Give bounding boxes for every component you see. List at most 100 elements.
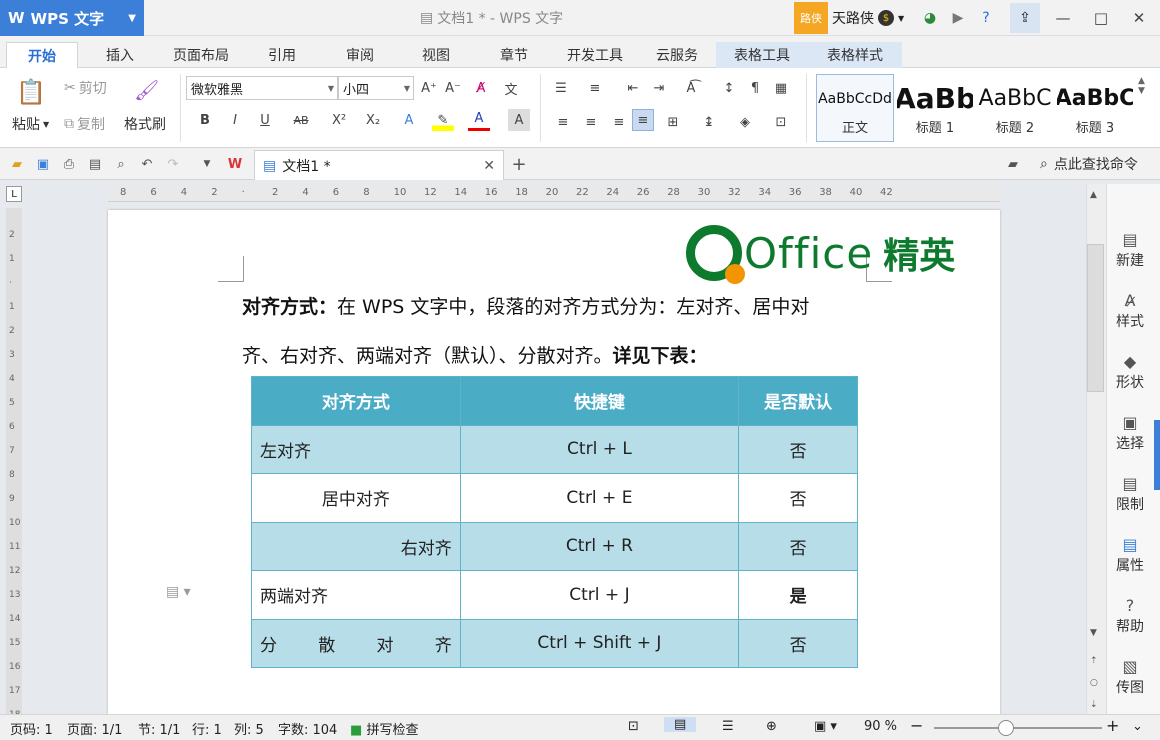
side-restrict[interactable]: ▤ 限制 [1106,474,1154,514]
scrollbar-thumb[interactable] [1087,244,1104,392]
tab-table-style[interactable]: 表格样式 [808,42,902,68]
tab-table-tools[interactable]: 表格工具 [716,42,808,68]
maximize-button[interactable]: □ [1082,0,1120,36]
print-icon[interactable]: ▤ [86,155,104,173]
wps-home-icon[interactable]: W [226,155,244,173]
table-cell[interactable]: 否 [738,618,858,668]
table-cell[interactable]: 两端对齐 [251,570,461,620]
print-preview-icon[interactable]: ⌕ [112,155,130,173]
table-header[interactable]: 对齐方式 [251,376,461,426]
new-tab-icon[interactable]: + [510,154,528,175]
superscript-icon[interactable]: X² [328,109,350,131]
table-cell[interactable]: Ctrl + J [459,570,740,620]
increase-indent-icon[interactable]: ⇥ [648,77,670,99]
tab-developer[interactable]: 开发工具 [556,42,634,68]
tab-page-layout[interactable]: 页面布局 [162,42,240,68]
table-cell[interactable]: 右对齐 [251,521,461,571]
text-effect-icon[interactable]: A [398,109,420,131]
zoom-slider-track[interactable] [934,727,1102,729]
paragraph-layout-icon[interactable]: ▤ ▾ [166,584,191,600]
redo-icon[interactable]: ↷ [164,155,182,173]
table-cell[interactable]: 左对齐 [251,424,461,474]
table-cell[interactable]: 是 [738,570,858,620]
shrink-font-icon[interactable]: A⁻ [442,77,464,99]
chevron-down-icon[interactable]: ▼ [198,155,216,173]
zoom-in-icon[interactable]: + [1106,716,1119,735]
outline-view-icon[interactable]: ☰ [722,719,734,734]
status-pages[interactable]: 页面: 1/1 [67,719,122,738]
zoom-level[interactable]: 90 % [864,719,897,734]
help-icon[interactable]: ? [974,6,998,30]
italic-icon[interactable]: I [224,109,246,131]
paste-icon[interactable]: 📋 [16,78,46,108]
side-shape[interactable]: ◆ 形状 [1106,352,1154,392]
style-heading-3[interactable]: AaBbC 标题 3 [1056,74,1134,142]
tab-insert[interactable]: 插入 [88,42,152,68]
alignment-table[interactable]: 对齐方式 快捷键 是否默认 左对齐 Ctrl + L 否 居中对齐 Ctrl +… [251,376,858,668]
style-heading-1[interactable]: AaBb 标题 1 [896,74,974,142]
status-page-no[interactable]: 页码: 1 [10,719,53,738]
zoom-slider-handle[interactable] [998,720,1014,736]
page-nav-icons[interactable]: ⇡ ○ ⇣ [1090,650,1098,716]
table-cell[interactable]: 否 [738,521,858,571]
styles-scroll-icon[interactable]: ▲ ▼ [1138,76,1145,96]
show-marks-icon[interactable]: ¶ [744,77,766,99]
font-color-icon[interactable]: A [468,109,490,131]
minimize-button[interactable]: — [1044,0,1082,36]
tab-view[interactable]: 视图 [406,42,466,68]
tab-chapter[interactable]: 章节 [484,42,544,68]
panel-toggle-icon[interactable]: ⌄ [1132,719,1143,734]
table-cell[interactable]: 居中对齐 [251,473,461,523]
table-insert-icon[interactable]: ▦ [770,77,792,99]
zoom-out-icon[interactable]: − [910,716,923,735]
tab-cloud[interactable]: 云服务 [646,42,708,68]
bullet-list-icon[interactable]: ☰ [550,77,572,99]
app-menu-button[interactable]: W WPS 文字 ▼ [0,0,144,36]
table-header[interactable]: 快捷键 [459,376,740,426]
font-size-select[interactable]: 小四 ▼ [338,76,414,100]
strikethrough-icon[interactable]: AB [290,109,312,131]
page-view-icon[interactable]: ▤ [664,717,697,732]
comment-icon[interactable]: ▰ [1004,155,1022,173]
ruler-tab-selector[interactable]: L [6,186,22,202]
skin-icon[interactable]: ◕ [918,6,942,30]
side-upload-image[interactable]: ▧ 传图 [1106,657,1154,697]
scroll-up-icon[interactable]: ▲ [1090,190,1097,200]
side-style[interactable]: A̷ 样式 [1106,291,1154,331]
border-icon[interactable]: ⊡ [770,111,792,133]
grow-font-icon[interactable]: A⁺ [418,77,440,99]
justify-icon[interactable]: ≡ [632,109,654,131]
user-badge[interactable]: 路侠 [794,2,828,34]
status-word-count[interactable]: 字数: 104 [278,719,337,738]
paragraph-line-1[interactable]: 对齐方式：在 WPS 文字中，段落的对齐方式分为：左对齐、居中对 [242,292,809,319]
style-normal[interactable]: AaBbCcDd 正文 [816,74,894,142]
side-new[interactable]: ▤ 新建 [1106,230,1154,270]
paste-button[interactable]: 粘贴 ▼ [12,114,49,134]
table-cell[interactable]: Ctrl + E [459,473,740,523]
cut-button[interactable]: ✂ 剪切 [64,78,107,98]
close-button[interactable]: ✕ [1120,0,1158,36]
style-heading-2[interactable]: AaBbC 标题 2 [976,74,1054,142]
status-section[interactable]: 节: 1/1 [138,719,180,738]
font-name-select[interactable]: 微软雅黑 ▼ [186,76,338,100]
table-cell[interactable]: Ctrl + L [459,424,740,474]
copy-button[interactable]: ⧉ 复制 [64,114,105,134]
line-spacing-icon[interactable]: ↨ [698,111,720,133]
tab-home[interactable]: 开始 [6,42,78,68]
format-painter-button[interactable]: 格式刷 [124,114,166,134]
table-cell[interactable]: 分 散 对 齐 [251,618,461,668]
char-shading-icon[interactable]: A [508,109,530,131]
bold-icon[interactable]: B [194,109,216,131]
status-col[interactable]: 列: 5 [234,719,264,738]
status-row[interactable]: 行: 1 [192,719,222,738]
restore-layout-icon[interactable]: ⇪ [1010,3,1040,33]
subscript-icon[interactable]: X₂ [362,109,384,131]
save-icon[interactable]: ▣ [34,155,52,173]
align-center-icon[interactable]: ≡ [580,111,602,133]
chinese-layout-icon[interactable]: A͡ [680,77,702,99]
table-cell[interactable]: Ctrl + R [459,521,740,571]
side-select[interactable]: ▣ 选择 [1106,413,1154,453]
paragraph-line-2[interactable]: 齐、右对齐、两端对齐（默认）、分散对齐。详见下表： [242,341,708,368]
table-cell[interactable]: 否 [738,473,858,523]
table-cell[interactable]: 否 [738,424,858,474]
